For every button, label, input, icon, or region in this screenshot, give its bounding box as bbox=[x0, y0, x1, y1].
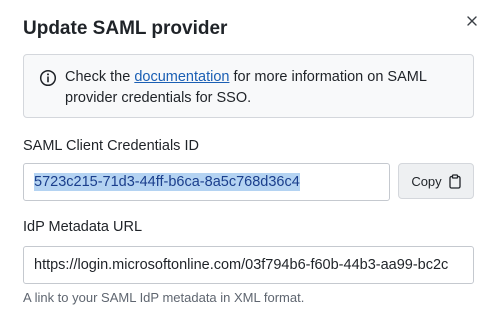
update-saml-provider-dialog: Update SAML provider Check the documenta… bbox=[0, 0, 490, 317]
client-id-label: SAML Client Credentials ID bbox=[23, 138, 199, 154]
info-text: Check the documentation for more informa… bbox=[65, 67, 460, 109]
client-id-value: 5723c215-71d3-44ff-b6ca-8a5c768d36c4 bbox=[34, 173, 300, 191]
idp-help-text: A link to your SAML IdP metadata in XML … bbox=[23, 290, 305, 305]
documentation-link[interactable]: documentation bbox=[134, 69, 229, 85]
dialog-title: Update SAML provider bbox=[23, 18, 228, 39]
idp-metadata-url-value: https://login.microsoftonline.com/03f794… bbox=[34, 257, 449, 273]
info-callout: Check the documentation for more informa… bbox=[23, 54, 474, 118]
info-icon bbox=[39, 69, 57, 87]
idp-metadata-label: IdP Metadata URL bbox=[23, 219, 143, 235]
close-button[interactable] bbox=[462, 11, 482, 31]
copy-button-label: Copy bbox=[411, 173, 442, 189]
info-text-before: Check the bbox=[65, 69, 135, 85]
close-icon bbox=[467, 16, 477, 26]
copy-button[interactable]: Copy bbox=[398, 163, 474, 199]
clipboard-icon bbox=[449, 173, 461, 189]
idp-metadata-url-field[interactable]: https://login.microsoftonline.com/03f794… bbox=[23, 246, 474, 284]
client-id-field[interactable]: 5723c215-71d3-44ff-b6ca-8a5c768d36c4 bbox=[23, 163, 390, 201]
